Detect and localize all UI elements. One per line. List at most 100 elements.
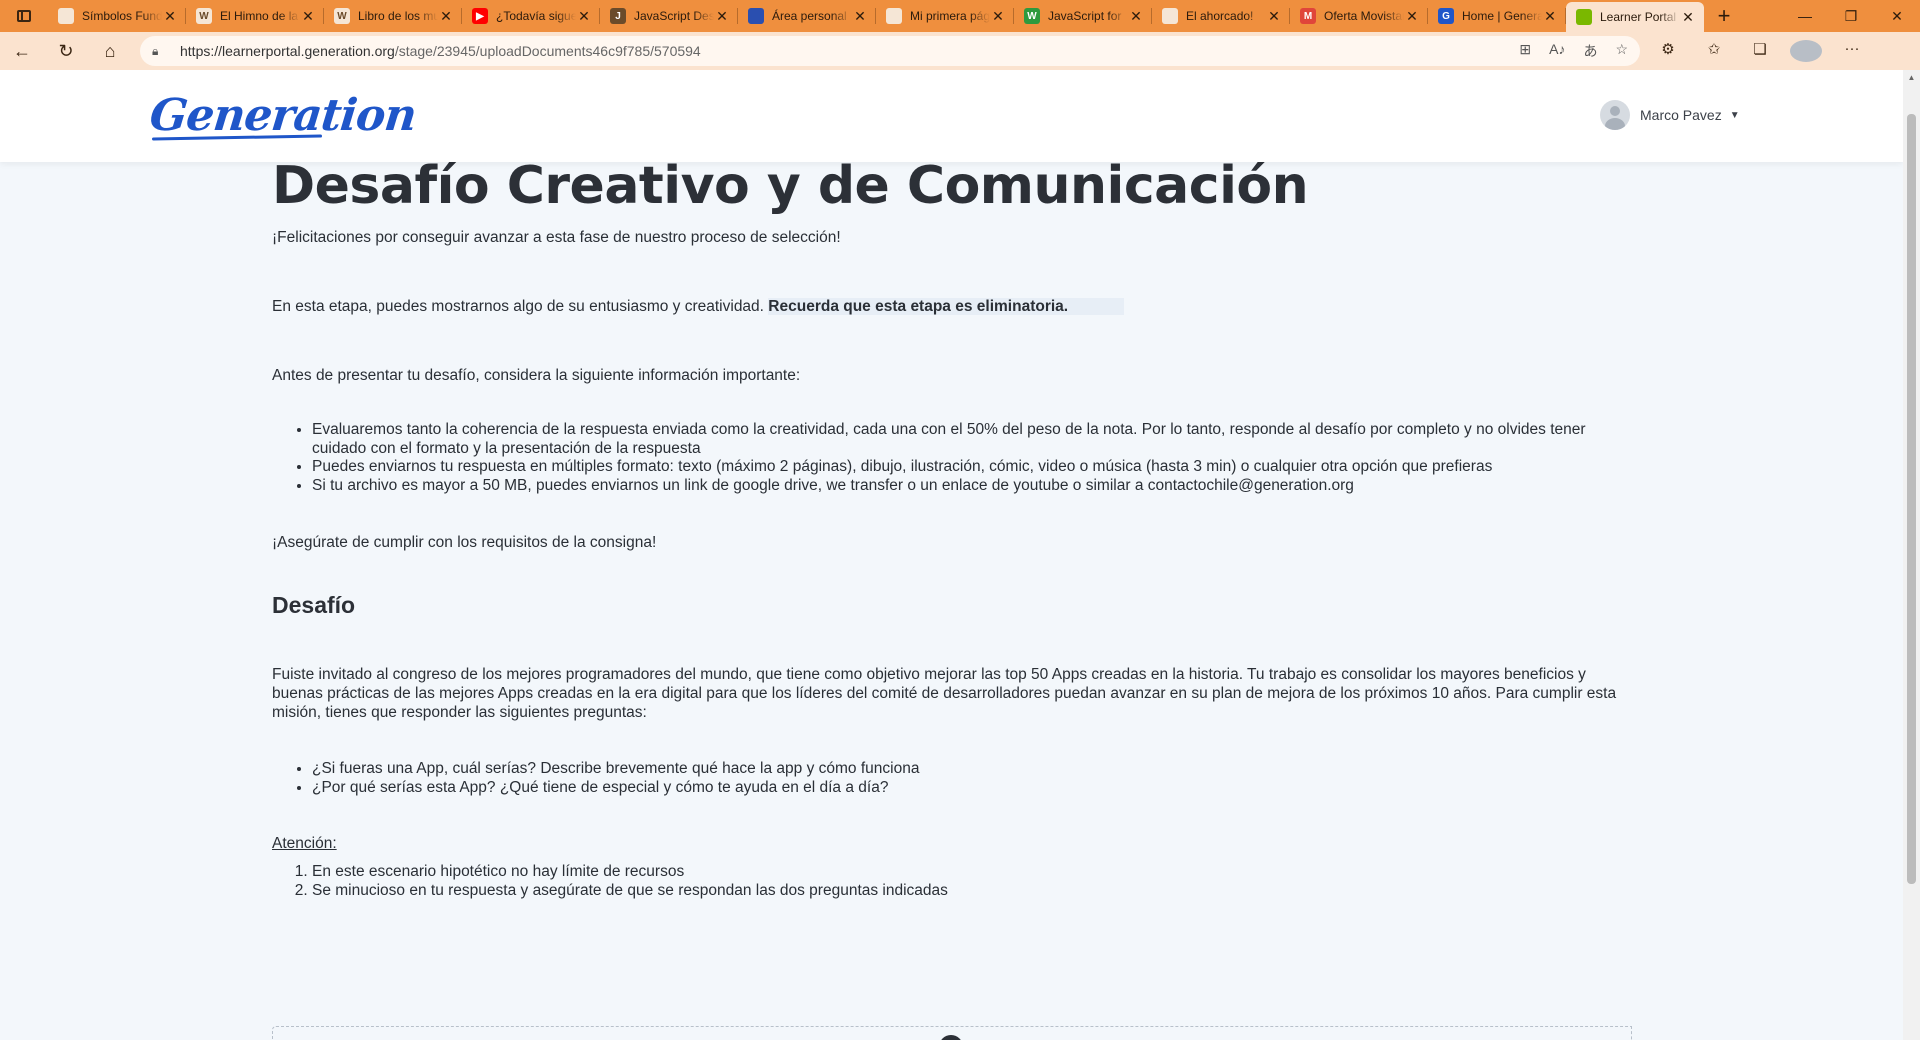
challenge-heading: Desafío [272,592,356,618]
list-item: Se minucioso en tu respuesta y asegúrate… [312,882,1632,901]
list-item: Evaluaremos tanto la coherencia de la re… [312,421,1632,458]
congrats-text: ¡Felicitaciones por conseguir avanzar a … [272,229,841,246]
wikipedia-icon: W [196,8,212,24]
browser-tab[interactable]: G Home | Generation✕ [1428,0,1566,32]
list-item: En este escenario hipotético no hay lími… [312,863,1632,882]
browser-tab[interactable]: ▶ ¿Todavía sigues ✕ [462,0,600,32]
document-icon [58,8,74,24]
challenge-content: Desafío Creativo y de Comunicación ¡Feli… [272,156,1632,900]
address-bar[interactable]: 🔒︎ https://learnerportal.generation.org/… [140,36,1640,66]
w3-icon: W [1024,8,1040,24]
requirements-text: ¡Asegúrate de cumplir con los requisitos… [272,534,657,551]
close-tab-icon[interactable]: ✕ [1680,9,1696,26]
list-item: Puedes enviarnos tu respuesta en múltipl… [312,458,1632,477]
address-toolbar: ← ↻ ⌂ 🔒︎ https://learnerportal.generatio… [0,32,1920,70]
extensions-icon[interactable]: ⚙ [1652,40,1684,62]
browser-tab[interactable]: M Oferta Movistar ✕ [1290,0,1428,32]
page-scrollbar[interactable]: ▲ [1903,70,1920,1040]
tab-label: Símbolos Fundamentales [82,9,162,23]
user-menu[interactable]: Marco Pavez ▼ [1600,100,1740,130]
stage-text-normal: En esta etapa, puedes mostrarnos algo de… [272,298,764,315]
close-tab-icon[interactable]: ✕ [1542,8,1558,25]
url-path: /stage/23945/uploadDocuments46c9f785/570… [394,43,701,59]
before-text: Antes de presentar tu desafío, considera… [272,367,801,384]
new-tab-icon[interactable]: + [1704,0,1744,32]
tab-strip: Símbolos Fundamentales✕WEl Himno de la✕W… [48,0,1704,32]
list-item: ¿Si fueras una App, cuál serías? Describ… [312,760,1632,779]
home-icon[interactable]: ⌂ [88,32,132,70]
close-window-icon[interactable]: ✕ [1874,0,1920,32]
tab-label: ¿Todavía sigues [496,9,576,23]
gmail-icon: M [1300,8,1316,24]
browser-tab[interactable]: J JavaScript Desde✕ [600,0,738,32]
attention-list: En este escenario hipotético no hay lími… [312,863,1632,900]
browser-tab[interactable]: W El Himno de la ✕ [186,0,324,32]
tab-actions-icon[interactable] [0,0,48,32]
questions-list: ¿Si fueras una App, cuál serías? Describ… [312,760,1632,797]
scroll-up-icon[interactable]: ▲ [1903,70,1920,86]
upload-icon [939,1035,963,1040]
minimize-icon[interactable]: — [1782,0,1828,32]
browser-tab-bar: Símbolos Fundamentales✕WEl Himno de la✕W… [0,0,1920,32]
browser-tab[interactable]: W Libro de los muertos✕ [324,0,462,32]
generation-icon: G [1438,8,1454,24]
lock-icon[interactable]: 🔒︎ [152,44,172,59]
browser-tab[interactable]: W JavaScript for ✕ [1014,0,1152,32]
window-controls: — ❐ ✕ [1782,0,1920,32]
learner-portal-icon [1576,9,1592,25]
list-item: Si tu archivo es mayor a 50 MB, puedes e… [312,477,1632,496]
read-aloud-icon[interactable]: A♪ [1549,41,1565,61]
restore-icon[interactable]: ❐ [1828,0,1874,32]
close-tab-icon[interactable]: ✕ [1128,8,1144,25]
favorites-icon[interactable]: ✩ [1698,40,1730,62]
tab-label: Home | Generation [1462,9,1542,23]
back-icon[interactable]: ← [0,32,44,70]
app-available-icon[interactable]: ⊞ [1519,41,1531,61]
browser-tab[interactable]: Símbolos Fundamentales✕ [48,0,186,32]
browser-tab[interactable]: El ahorcado! ✕ [1152,0,1290,32]
document-icon [886,8,902,24]
tab-label: Oferta Movistar [1324,9,1404,23]
close-tab-icon[interactable]: ✕ [162,8,178,25]
translate-icon[interactable]: あ [1583,41,1597,61]
close-tab-icon[interactable]: ✕ [576,8,592,25]
refresh-icon[interactable]: ↻ [44,32,88,70]
tab-label: JavaScript Desde [634,9,714,23]
stage-text-bold: Recuerda que esta etapa es eliminatoria. [768,298,1125,315]
page-title: Desafío Creativo y de Comunicación [272,156,1309,216]
challenge-text: Fuiste invitado al congreso de los mejor… [272,666,1617,721]
list-item: ¿Por qué serías esta App? ¿Qué tiene de … [312,779,1632,798]
profile-icon[interactable] [1790,40,1822,62]
url-host: https://learnerportal.generation.org [180,43,395,59]
info-list: Evaluaremos tanto la coherencia de la re… [312,421,1632,495]
browser-tab[interactable]: Mi primera página✕ [876,0,1014,32]
flag-icon [748,8,764,24]
favorite-star-icon[interactable]: ☆ [1615,41,1628,61]
browser-tab[interactable]: Área personal ✕ [738,0,876,32]
generation-logo[interactable]: Generation [147,90,418,141]
tab-label: El Himno de la [220,9,299,23]
site-header: Generation Marco Pavez ▼ [0,70,1903,162]
close-tab-icon[interactable]: ✕ [990,8,1006,25]
url-text: https://learnerportal.generation.org/sta… [180,43,701,59]
browser-tab[interactable]: Learner Portal ✕ [1566,2,1704,32]
close-tab-icon[interactable]: ✕ [1266,8,1282,25]
close-tab-icon[interactable]: ✕ [852,8,868,25]
tab-label: Área personal [772,9,847,23]
tab-label: Mi primera página [910,9,990,23]
close-tab-icon[interactable]: ✕ [1404,8,1420,25]
close-tab-icon[interactable]: ✕ [438,8,454,25]
document-icon [1162,8,1178,24]
user-name: Marco Pavez [1640,107,1722,123]
avatar [1600,100,1630,130]
close-tab-icon[interactable]: ✕ [714,8,730,25]
upload-dropzone[interactable] [272,1026,1632,1040]
more-menu-icon[interactable]: ··· [1836,40,1868,62]
collections-icon[interactable]: ❏ [1744,40,1776,62]
caret-down-icon: ▼ [1729,109,1740,121]
site-icon: J [610,8,626,24]
wikipedia-icon: W [334,8,350,24]
scrollbar-thumb[interactable] [1907,114,1916,884]
close-tab-icon[interactable]: ✕ [300,8,316,25]
attention-label: Atención: [272,835,337,852]
